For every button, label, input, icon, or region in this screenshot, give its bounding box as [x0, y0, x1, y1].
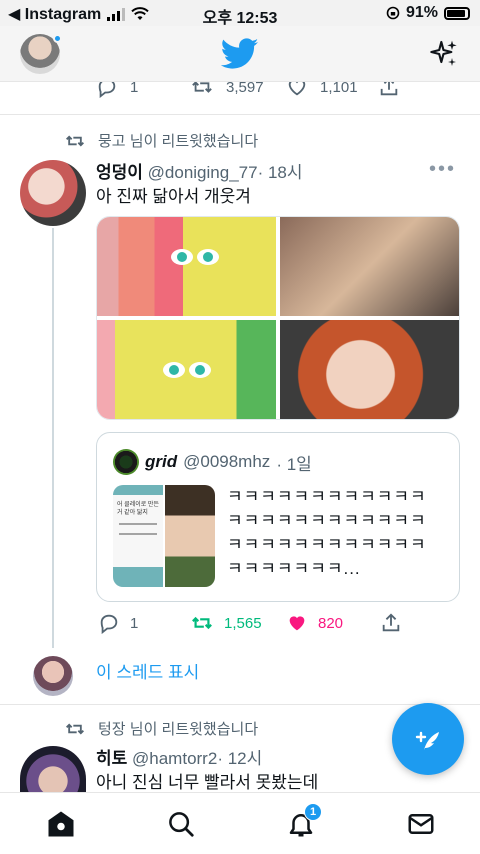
- share-icon: [382, 613, 400, 632]
- media-image[interactable]: [280, 217, 459, 316]
- home-icon[interactable]: [46, 809, 76, 839]
- media-grid: [96, 216, 460, 420]
- share-icon: [380, 82, 398, 96]
- show-thread-link[interactable]: 이 스레드 표시: [96, 658, 199, 683]
- profile-avatar[interactable]: [20, 34, 62, 74]
- status-bar: ◀ Instagram 오후 12:53 91%: [0, 0, 480, 27]
- like-count: 820: [318, 614, 344, 632]
- tweet-time: · 12시: [217, 749, 263, 768]
- thread-connector: [52, 228, 54, 648]
- retweet-button[interactable]: 1,565: [190, 612, 262, 634]
- reply-count: 1: [130, 82, 139, 96]
- retweet-icon: [66, 723, 84, 734]
- author-handle[interactable]: @hamtorr2: [132, 749, 217, 768]
- battery-icon: [444, 6, 470, 20]
- author-name[interactable]: 엉덩이: [96, 163, 143, 182]
- search-icon[interactable]: [166, 809, 196, 839]
- tweet-author-line: 엉덩이 @doniging_77· 18시: [96, 158, 303, 183]
- reply-icon: [98, 82, 116, 98]
- thread-avatar[interactable]: [33, 656, 73, 696]
- media-image[interactable]: [97, 217, 276, 316]
- author-avatar[interactable]: [20, 746, 86, 796]
- retweeted-by-text: 뭉고 님이 리트윗했습니다: [98, 133, 259, 150]
- unread-dot: [53, 34, 62, 43]
- author-name[interactable]: 히토: [96, 749, 127, 768]
- heart-icon: [288, 82, 306, 96]
- retweet-count: 1,565: [224, 614, 262, 632]
- share-button[interactable]: [380, 612, 402, 634]
- tweet-actions: 1 1,565 820: [96, 612, 460, 638]
- sparkle-icon[interactable]: [428, 38, 460, 70]
- reply-count: 1: [130, 614, 139, 632]
- author-avatar[interactable]: [20, 160, 86, 226]
- mail-icon[interactable]: [406, 809, 436, 839]
- retweet-count: 3,597: [226, 82, 264, 96]
- media-image[interactable]: [97, 320, 276, 419]
- retweet-button[interactable]: 3,597: [190, 82, 264, 98]
- notifications-tab[interactable]: 1: [286, 803, 322, 839]
- quote-avatar: [113, 449, 139, 475]
- like-button[interactable]: 820: [286, 612, 343, 634]
- divider: [0, 704, 480, 705]
- top-header: [0, 26, 480, 82]
- thumbnail-caption: 어 클레이로 만든거 같아 닮지: [117, 502, 159, 516]
- tweet-text: 아 진짜 닮아서 개웃겨: [96, 187, 251, 206]
- twitter-bird-icon[interactable]: [221, 38, 259, 70]
- reply-icon: [100, 614, 118, 634]
- battery-percent: 91%: [405, 4, 438, 21]
- rotation-lock-icon: [386, 6, 400, 20]
- tweet-text: 아니 진심 너무 빨라서 못봤는데: [96, 773, 319, 792]
- retweeted-by-line[interactable]: 뭉고 님이 리트윗했습니다: [64, 130, 258, 151]
- quote-thumbnail: 어 클레이로 만든거 같아 닮지: [113, 485, 215, 587]
- tweet-author-line: 히토 @hamtorr2· 12시: [96, 744, 262, 769]
- bottom-navigation: 1: [0, 792, 480, 854]
- reply-button[interactable]: 1: [98, 612, 138, 634]
- notification-badge: 1: [304, 803, 322, 821]
- compose-tweet-button[interactable]: [392, 703, 464, 775]
- like-count: 1,101: [320, 82, 358, 96]
- retweet-icon: [192, 616, 212, 630]
- quote-author-name: grid: [145, 452, 178, 471]
- compose-feather-icon: [415, 731, 439, 750]
- retweet-icon: [66, 135, 84, 146]
- retweeted-by-line[interactable]: 텅장 님이 리트윗했습니다: [64, 718, 258, 739]
- quote-time: · 1일: [276, 454, 312, 474]
- share-button[interactable]: [378, 82, 400, 98]
- like-button[interactable]: 1,101: [286, 82, 358, 98]
- divider: [0, 114, 480, 115]
- more-options-button[interactable]: •••: [429, 158, 456, 181]
- previous-tweet-actions: 1 3,597 1,101: [0, 82, 480, 104]
- quote-text: ㅋㅋㅋㅋㅋㅋㅋㅋㅋㅋㅋㅋㅋㅋㅋㅋㅋㅋㅋㅋㅋㅋㅋㅋㅋㅋㅋㅋㅋㅋㅋㅋㅋㅋㅋㅋㅋㅋㅋㅋ…: [227, 487, 427, 578]
- media-image[interactable]: [280, 320, 459, 419]
- tweet-time: · 18시: [257, 163, 303, 182]
- retweet-icon: [192, 82, 212, 93]
- quote-author-handle: @0098mhz: [183, 452, 271, 471]
- quoted-tweet[interactable]: grid @0098mhz · 1일 어 클레이로 만든거 같아 닮지 ㅋㅋㅋㅋㅋ…: [96, 432, 460, 602]
- heart-filled-icon: [289, 616, 305, 631]
- author-handle[interactable]: @doniging_77: [148, 163, 258, 182]
- retweeted-by-text: 텅장 님이 리트윗했습니다: [98, 721, 259, 738]
- reply-button[interactable]: 1: [96, 82, 138, 98]
